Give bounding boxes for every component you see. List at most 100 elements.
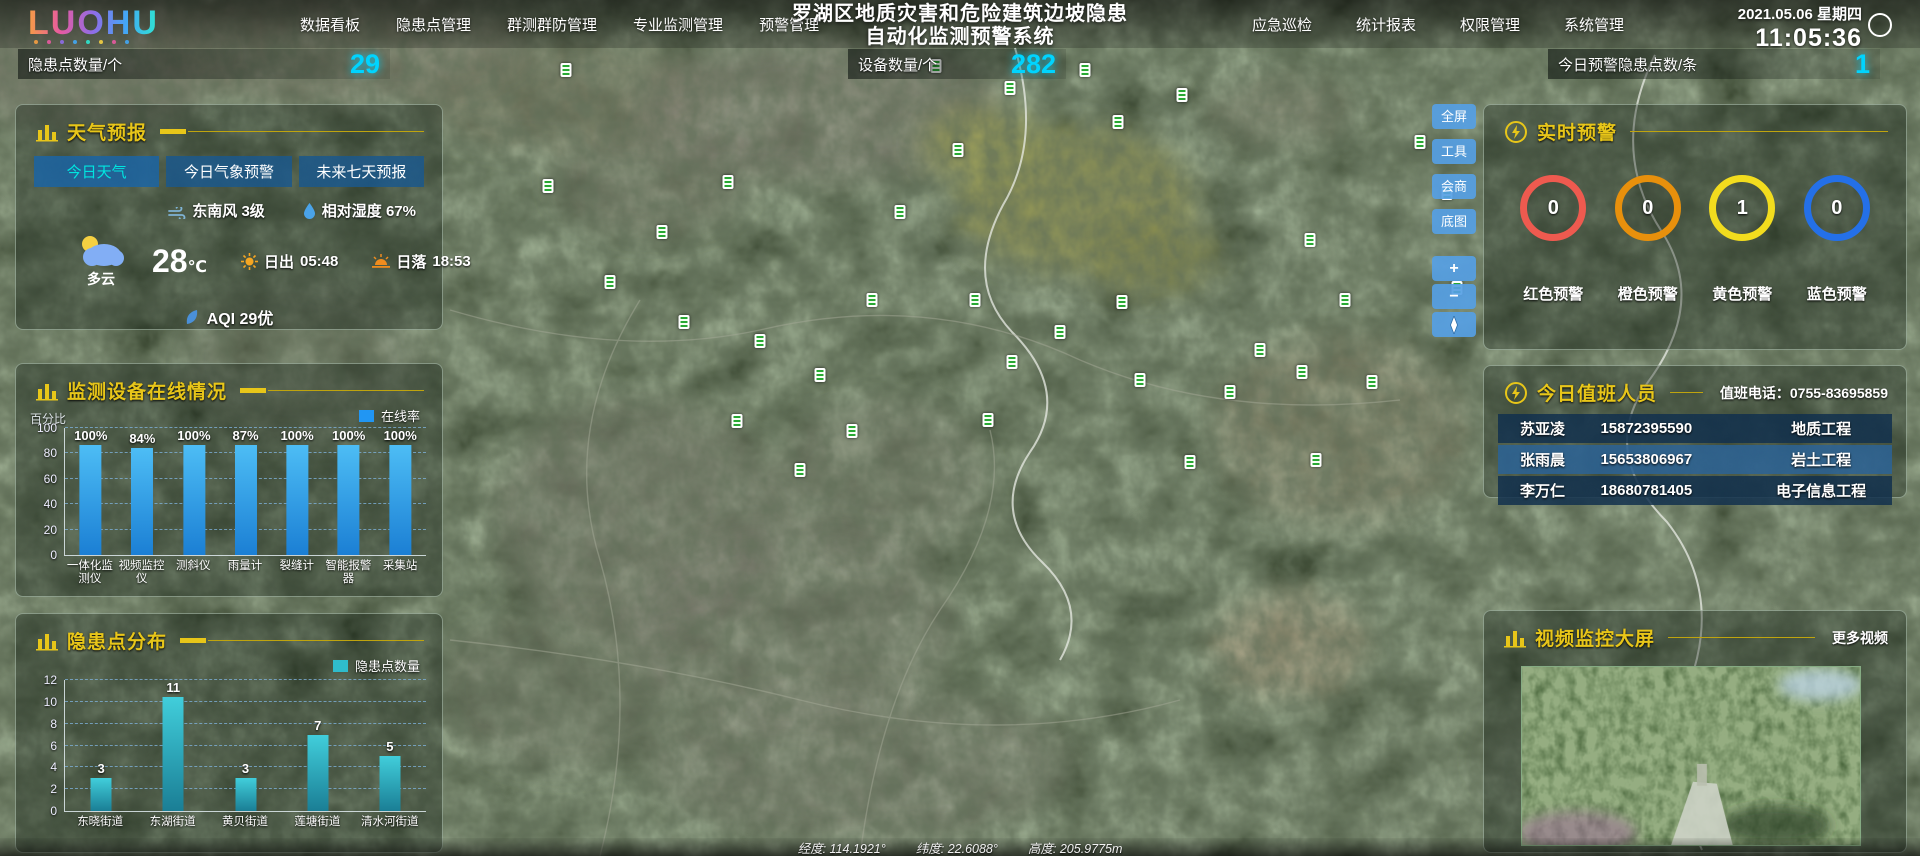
y-tick-label: 10 (44, 695, 57, 709)
bar-value-label: 84% (129, 431, 155, 446)
bar-value-label: 5 (386, 739, 393, 754)
legend-swatch (359, 410, 374, 422)
y-tick-label: 0 (50, 548, 57, 562)
bar-value-label: 7 (314, 718, 321, 733)
duty-name: 张雨晨 (1498, 449, 1600, 470)
bar (338, 445, 360, 555)
hazard-point-marker-icon[interactable] (605, 275, 616, 289)
yellow-warning-circle: 1 (1709, 175, 1775, 241)
nav-item-statistic-reports[interactable]: 统计报表 (1356, 14, 1416, 35)
warning-red: 0 红色预警 (1513, 175, 1593, 304)
tab-today-weather-warning[interactable]: 今日气象预警 (166, 156, 291, 187)
title-underline (160, 129, 424, 134)
y-tick-label: 80 (44, 446, 57, 460)
hazard-point-marker-icon[interactable] (1225, 385, 1236, 399)
nav-item-group-monitor-mgmt[interactable]: 群测群防管理 (507, 14, 597, 35)
nav-item-permission-mgmt[interactable]: 权限管理 (1460, 14, 1520, 35)
hazard-point-marker-icon[interactable] (1117, 295, 1128, 309)
weather-tabs: 今日天气 今日气象预警 未来七天预报 (34, 156, 424, 187)
hazard-point-marker-icon[interactable] (1080, 63, 1091, 77)
duty-name: 苏亚凌 (1498, 418, 1600, 439)
hazard-point-marker-icon[interactable] (970, 293, 981, 307)
stat-label: 设备数量/个 (858, 54, 937, 75)
hazard-point-marker-icon[interactable] (1007, 355, 1018, 369)
hazard-point-marker-icon[interactable] (1297, 365, 1308, 379)
stat-value: 29 (350, 49, 380, 80)
hazard-point-marker-icon[interactable] (1304, 233, 1315, 247)
duty-staff-panel: 今日值班人员 值班电话：0755-83695859 苏亚凌 1587239559… (1483, 365, 1907, 498)
hazard-point-marker-icon[interactable] (847, 424, 858, 438)
zoom-in-button[interactable]: + (1432, 256, 1476, 281)
tab-today-weather[interactable]: 今日天气 (34, 156, 159, 187)
bar (91, 778, 112, 811)
nav-item-system-mgmt[interactable]: 系统管理 (1564, 14, 1624, 35)
hazard-point-marker-icon[interactable] (1340, 293, 1351, 307)
hazard-point-marker-icon[interactable] (543, 179, 554, 193)
basemap-button[interactable]: 底图 (1432, 209, 1476, 234)
hazard-point-marker-icon[interactable] (1185, 455, 1196, 469)
warning-blue: 0 蓝色预警 (1797, 175, 1877, 304)
x-category-label: 测斜仪 (170, 560, 216, 573)
hazard-point-marker-icon[interactable] (1135, 373, 1146, 387)
panel-title: 天气预报 (67, 118, 147, 145)
bar (286, 445, 308, 555)
x-category-label: 裂缝计 (274, 560, 320, 573)
duty-major: 地质工程 (1750, 418, 1892, 439)
nav-item-emergency-inspection[interactable]: 应急巡检 (1252, 14, 1312, 35)
duty-row[interactable]: 张雨晨 15653806967 岩土工程 (1498, 445, 1892, 474)
x-category-label: 黄贝街道 (210, 816, 280, 829)
video-thumbnail[interactable] (1521, 666, 1861, 846)
bar-value-label: 11 (166, 680, 180, 695)
hazard-point-marker-icon[interactable] (815, 368, 826, 382)
bar-一体化监测仪: 100% (74, 428, 107, 555)
tab-next-7-days[interactable]: 未来七天预报 (299, 156, 424, 187)
duty-row[interactable]: 李万仁 18680781405 电子信息工程 (1498, 476, 1892, 505)
user-icon[interactable] (1868, 13, 1892, 37)
hazard-point-marker-icon[interactable] (795, 463, 806, 477)
bar-智能报警器: 100% (332, 428, 365, 555)
hazard-point-marker-icon[interactable] (1177, 88, 1188, 102)
nav-item-hazard-mgmt[interactable]: 隐患点管理 (396, 14, 471, 35)
hazard-point-marker-icon[interactable] (561, 63, 572, 77)
bar (379, 756, 400, 811)
coordinate-bar: 经度: 114.1921° 纬度: 22.6088° 高度: 205.9775m (0, 838, 1920, 856)
more-videos-link[interactable]: 更多视频 (1832, 628, 1888, 648)
bar (163, 697, 184, 811)
hazard-point-marker-icon[interactable] (1367, 375, 1378, 389)
bar-黄贝街道: 3 (235, 680, 256, 811)
system-title-line1: 罗湖区地质灾害和危险建筑边坡隐患 (660, 3, 1260, 26)
hazard-point-marker-icon[interactable] (755, 334, 766, 348)
humidity-info: 相对湿度 67% (303, 200, 416, 221)
tools-button[interactable]: 工具 (1432, 139, 1476, 164)
hazard-point-marker-icon[interactable] (1255, 343, 1266, 357)
app-logo: LUOHU (28, 4, 159, 43)
nav-item-dashboard[interactable]: 数据看板 (300, 14, 360, 35)
hazard-point-marker-icon[interactable] (732, 414, 743, 428)
hazard-point-marker-icon[interactable] (657, 225, 668, 239)
wind-info: 东南风 3级 (168, 200, 265, 221)
hazard-point-marker-icon[interactable] (1005, 81, 1016, 95)
title-underline (240, 388, 424, 393)
duty-row[interactable]: 苏亚凌 15872395590 地质工程 (1498, 414, 1892, 443)
hazard-point-marker-icon[interactable] (1415, 135, 1426, 149)
leaf-icon (185, 309, 199, 326)
hazard-point-marker-icon[interactable] (895, 205, 906, 219)
hazard-point-marker-icon[interactable] (1113, 115, 1124, 129)
y-tick-label: 60 (44, 472, 57, 486)
duty-major: 电子信息工程 (1750, 480, 1892, 501)
hazard-point-marker-icon[interactable] (1311, 453, 1322, 467)
sunrise-icon (241, 253, 258, 270)
hazard-point-marker-icon[interactable] (867, 293, 878, 307)
compass-button[interactable] (1432, 312, 1476, 337)
weather-condition: 多云 (74, 233, 128, 289)
bar-value-label: 3 (242, 761, 249, 776)
hazard-point-marker-icon[interactable] (1055, 325, 1066, 339)
fullscreen-button[interactable]: 全屏 (1432, 104, 1476, 129)
hazard-point-marker-icon[interactable] (983, 413, 994, 427)
hazard-point-marker-icon[interactable] (679, 315, 690, 329)
bar-chart-icon (36, 122, 58, 142)
hazard-point-marker-icon[interactable] (723, 175, 734, 189)
zoom-out-button[interactable]: − (1432, 284, 1476, 309)
consult-button[interactable]: 会商 (1432, 174, 1476, 199)
hazard-point-marker-icon[interactable] (953, 143, 964, 157)
